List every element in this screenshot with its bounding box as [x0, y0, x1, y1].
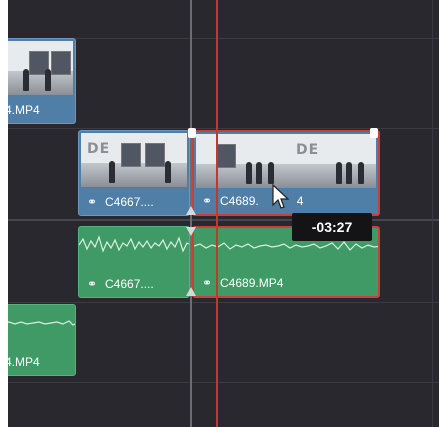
clip-name: C4689.MP4 [220, 276, 284, 290]
playhead[interactable] [216, 0, 218, 427]
link-icon: ⚭ [202, 194, 213, 208]
clip-thumbnail: DE [196, 134, 376, 188]
clip-name: 4.MP4 [8, 355, 40, 369]
timeline-gridline [432, 0, 433, 427]
track-divider [8, 382, 439, 383]
clip-label: ⚭ C4667.... [87, 277, 154, 291]
clip-name: C4667.... [105, 195, 154, 209]
video-clip-partial-top[interactable]: 4.MP4 [8, 38, 76, 124]
timeline-panel[interactable]: 4.MP4 DE ⚭ C4667.... DE ⚭ C4689. 4 ⚭ C46… [8, 0, 439, 427]
clip-label: ⚭ C4689.MP4 [202, 276, 283, 290]
clip-label: ⚭ C4667.... [87, 195, 154, 209]
trim-timecode-tooltip: -03:27 [292, 213, 372, 241]
audio-clip-c4667[interactable]: ⚭ C4667.... [78, 226, 190, 298]
audio-waveform [79, 235, 189, 253]
trim-marker-icon[interactable] [186, 227, 196, 236]
trim-marker-icon[interactable] [186, 287, 196, 296]
clip-thumbnail: DE [81, 133, 187, 187]
trim-handle-icon[interactable] [188, 128, 196, 138]
video-audio-separator [8, 219, 439, 221]
clip-name: C4667.... [105, 277, 154, 291]
trim-handle-icon[interactable] [370, 128, 378, 138]
audio-clip-partial-bottom[interactable]: 4.MP4 [8, 304, 76, 376]
clip-name: C4689. [220, 194, 259, 208]
audio-waveform [8, 320, 75, 326]
link-icon: ⚭ [87, 195, 98, 209]
clip-name-tail: 4 [296, 194, 304, 208]
link-icon: ⚭ [87, 277, 98, 291]
clip-name: 4.MP4 [8, 103, 40, 117]
arrow-cursor-icon [272, 184, 290, 209]
link-icon: ⚭ [202, 276, 213, 290]
clip-thumbnail [8, 41, 73, 95]
track-divider [8, 302, 439, 303]
trim-marker-icon[interactable] [186, 206, 196, 215]
video-clip-c4667[interactable]: DE ⚭ C4667.... [78, 130, 190, 216]
